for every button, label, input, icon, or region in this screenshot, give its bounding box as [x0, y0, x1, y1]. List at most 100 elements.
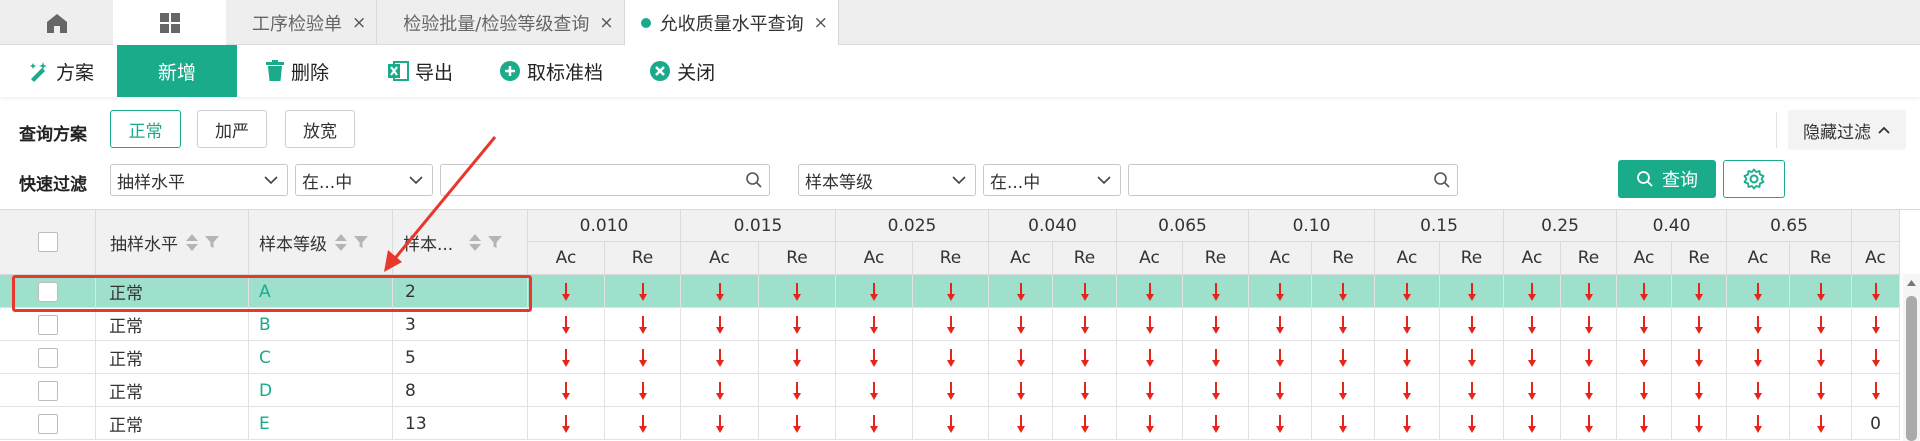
aql-value-cell[interactable]	[836, 308, 913, 341]
export-button[interactable]: 导出	[387, 45, 453, 97]
aql-value-cell[interactable]	[1672, 275, 1727, 308]
aql-value-cell[interactable]	[528, 308, 605, 341]
aql-value-cell[interactable]	[1504, 341, 1561, 374]
aql-value-cell[interactable]	[1790, 275, 1852, 308]
aql-value-cell[interactable]	[1852, 275, 1900, 308]
row-checkbox[interactable]	[37, 314, 58, 335]
aql-value-cell[interactable]	[1440, 407, 1504, 440]
aql-value-cell[interactable]	[1561, 407, 1617, 440]
filter-icon[interactable]	[487, 234, 503, 250]
header-sample-size[interactable]: 样本...	[393, 210, 528, 275]
aql-value-cell[interactable]	[1617, 374, 1672, 407]
aql-value-cell[interactable]	[1852, 341, 1900, 374]
aql-value-cell[interactable]	[1249, 374, 1312, 407]
aql-value-cell[interactable]	[1249, 341, 1312, 374]
sample-grade-cell[interactable]: E	[249, 407, 393, 440]
aql-value-cell[interactable]	[528, 275, 605, 308]
aql-value-cell[interactable]	[989, 374, 1053, 407]
cancel-standard-button[interactable]: 取标准档	[499, 45, 603, 97]
header-sample-grade[interactable]: 样本等级	[249, 210, 393, 275]
aql-value-cell[interactable]	[913, 341, 989, 374]
field-select-2[interactable]: 样本等级	[798, 164, 976, 196]
aql-value-cell[interactable]	[1504, 407, 1561, 440]
aql-value-cell[interactable]	[1312, 308, 1375, 341]
aql-value-cell[interactable]	[913, 308, 989, 341]
aql-value-cell[interactable]	[1561, 374, 1617, 407]
aql-value-cell[interactable]	[1053, 308, 1117, 341]
aql-value-cell[interactable]	[1561, 308, 1617, 341]
sort-icon[interactable]	[335, 233, 347, 251]
aql-value-cell[interactable]	[1249, 308, 1312, 341]
settings-button[interactable]	[1723, 160, 1785, 198]
sort-icon[interactable]	[469, 233, 482, 251]
scheme-tightened-button[interactable]: 加严	[197, 110, 267, 148]
aql-value-cell[interactable]	[913, 374, 989, 407]
aql-value-cell[interactable]	[1561, 275, 1617, 308]
aql-value-cell[interactable]	[681, 275, 759, 308]
operator-select-2[interactable]: 在...中	[983, 164, 1121, 196]
filter-icon[interactable]	[204, 234, 220, 250]
close-icon[interactable]: ×	[352, 13, 366, 33]
aql-value-cell[interactable]	[1183, 308, 1249, 341]
aql-value-cell[interactable]	[1053, 407, 1117, 440]
scheme-normal-button[interactable]: 正常	[110, 110, 181, 148]
aql-value-cell[interactable]	[681, 341, 759, 374]
aql-value-cell[interactable]	[759, 275, 836, 308]
aql-value-cell[interactable]	[1375, 374, 1440, 407]
header-sampling-level[interactable]: 抽样水平	[96, 210, 249, 275]
aql-value-cell[interactable]	[1617, 407, 1672, 440]
close-icon[interactable]: ×	[599, 13, 613, 33]
aql-value-cell[interactable]	[1672, 341, 1727, 374]
aql-value-cell[interactable]	[1117, 341, 1183, 374]
table-row[interactable]: 正常 B 3	[0, 308, 1900, 341]
row-checkbox[interactable]	[37, 380, 58, 401]
aql-value-cell[interactable]	[1249, 407, 1312, 440]
query-button[interactable]: 查询	[1618, 160, 1716, 198]
aql-value-cell[interactable]	[1617, 341, 1672, 374]
aql-value-cell[interactable]	[836, 275, 913, 308]
aql-value-cell[interactable]	[1375, 407, 1440, 440]
table-row[interactable]: 正常 C 5	[0, 341, 1900, 374]
aql-value-cell[interactable]	[1790, 341, 1852, 374]
aql-value-cell[interactable]	[1790, 407, 1852, 440]
aql-value-cell[interactable]	[1183, 374, 1249, 407]
aql-value-cell[interactable]	[1561, 341, 1617, 374]
aql-value-cell[interactable]	[1617, 275, 1672, 308]
hide-filter-button[interactable]: 隐藏过滤	[1788, 110, 1906, 150]
aql-value-cell[interactable]	[1727, 374, 1790, 407]
aql-value-cell[interactable]	[1852, 308, 1900, 341]
aql-value-cell[interactable]	[1117, 308, 1183, 341]
row-checkbox[interactable]	[37, 413, 58, 434]
aql-value-cell[interactable]	[605, 275, 681, 308]
aql-value-cell[interactable]	[528, 341, 605, 374]
aql-value-cell[interactable]	[913, 275, 989, 308]
sample-size-cell[interactable]: 13	[393, 407, 528, 440]
search-icon[interactable]	[1433, 171, 1451, 189]
aql-value-cell[interactable]	[759, 341, 836, 374]
sample-grade-cell[interactable]: D	[249, 374, 393, 407]
aql-value-cell[interactable]	[1440, 374, 1504, 407]
aql-value-cell[interactable]	[836, 341, 913, 374]
aql-value-cell[interactable]	[989, 341, 1053, 374]
aql-value-cell[interactable]	[681, 308, 759, 341]
scroll-up-icon[interactable]	[1906, 278, 1917, 288]
aql-value-cell[interactable]	[836, 407, 913, 440]
new-button[interactable]: 新增	[117, 45, 238, 97]
sampling-level-cell[interactable]: 正常	[96, 374, 249, 407]
sampling-level-cell[interactable]: 正常	[96, 308, 249, 341]
aql-value-cell[interactable]	[1117, 374, 1183, 407]
aql-value-cell[interactable]	[1852, 374, 1900, 407]
sample-size-cell[interactable]: 8	[393, 374, 528, 407]
aql-value-cell[interactable]	[1617, 308, 1672, 341]
aql-value-cell[interactable]	[759, 308, 836, 341]
table-row[interactable]: 正常 E 13 0	[0, 407, 1900, 440]
aql-value-cell[interactable]	[1375, 308, 1440, 341]
aql-value-cell[interactable]	[528, 407, 605, 440]
scrollbar-thumb[interactable]	[1906, 296, 1917, 441]
aql-value-cell[interactable]	[605, 308, 681, 341]
aql-value-cell[interactable]	[989, 407, 1053, 440]
aql-value-cell[interactable]	[1440, 308, 1504, 341]
table-row[interactable]: 正常 A 2	[0, 275, 1900, 308]
aql-value-cell[interactable]	[1440, 275, 1504, 308]
sampling-level-cell[interactable]: 正常	[96, 407, 249, 440]
